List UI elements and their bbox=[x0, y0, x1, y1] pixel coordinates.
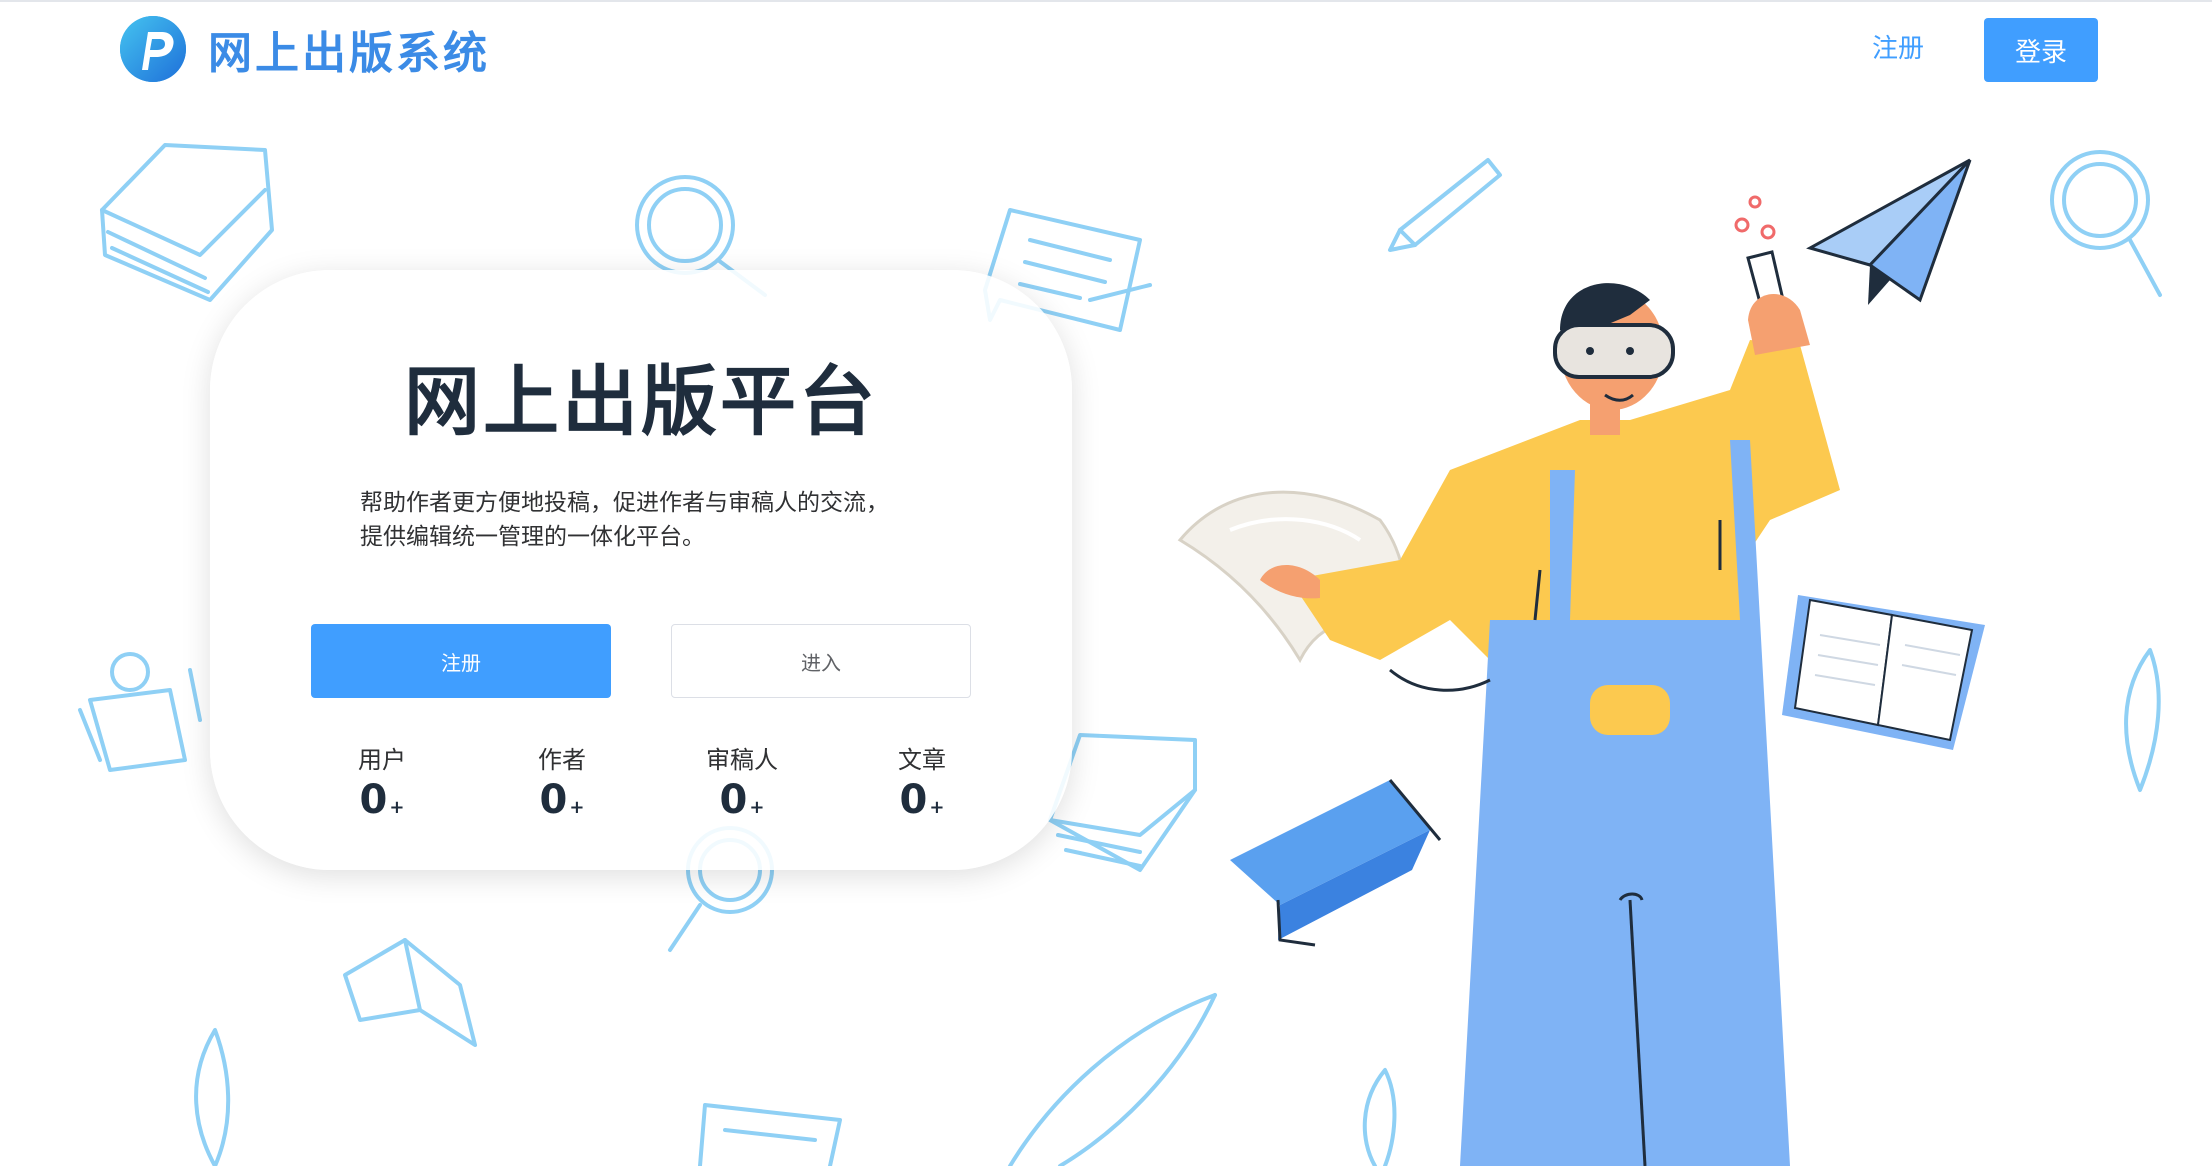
top-navbar: 网上出版系统 注册 登录 bbox=[0, 0, 2212, 96]
book-doodle-icon bbox=[100, 143, 274, 302]
site-name: 网上出版系统 bbox=[208, 28, 490, 79]
stat-suffix: + bbox=[749, 797, 765, 818]
hero-title: 网上出版平台 bbox=[404, 357, 878, 446]
bubbles-icon bbox=[1734, 195, 1776, 240]
stat-value: 0 + bbox=[492, 777, 632, 823]
stat-number: 0 bbox=[539, 777, 568, 823]
stat-suffix: + bbox=[389, 797, 405, 818]
brand[interactable]: 网上出版系统 bbox=[118, 14, 490, 84]
stat-suffix: + bbox=[929, 797, 945, 818]
nav-login-button[interactable]: 登录 bbox=[1984, 18, 2098, 82]
open-book-icon bbox=[1782, 595, 1985, 750]
graduation-cap-icon bbox=[1230, 779, 1442, 947]
stat-value: 0 + bbox=[672, 777, 812, 823]
stat-reviewers: 审稿人 0 + bbox=[672, 740, 812, 823]
hero-enter-button[interactable]: 进入 bbox=[671, 624, 971, 698]
stat-users: 用户 0 + bbox=[312, 740, 452, 823]
stat-value: 0 + bbox=[852, 777, 992, 823]
reader-doodle-icon bbox=[78, 652, 202, 772]
note-doodle-icon bbox=[698, 1103, 842, 1166]
paper-plane-icon bbox=[1806, 158, 1972, 305]
stat-label: 审稿人 bbox=[706, 746, 778, 774]
stats-row: 用户 0 + 作者 0 + 审稿人 0 + 文章 0 + bbox=[210, 740, 1072, 840]
stat-value: 0 + bbox=[312, 777, 452, 823]
stat-authors: 作者 0 + bbox=[492, 740, 632, 823]
hero-description-line2: 提供编辑统一管理的一体化平台。 bbox=[360, 524, 705, 550]
hero-card: 网上出版平台 帮助作者更方便地投稿，促进作者与审稿人的交流， 提供编辑统一管理的… bbox=[210, 270, 1072, 870]
stat-suffix: + bbox=[569, 797, 585, 818]
stat-number: 0 bbox=[719, 777, 748, 823]
stat-number: 0 bbox=[359, 777, 388, 823]
logo-icon bbox=[120, 16, 186, 82]
hero-register-button[interactable]: 注册 bbox=[311, 624, 611, 698]
hero-description: 帮助作者更方便地投稿，促进作者与审稿人的交流， 提供编辑统一管理的一体化平台。 bbox=[360, 486, 980, 554]
open-book-doodle-icon bbox=[343, 938, 477, 1047]
scientist-illustration bbox=[1177, 158, 1985, 1166]
character-body bbox=[1260, 283, 1840, 1166]
stat-number: 0 bbox=[899, 777, 928, 823]
stat-label: 用户 bbox=[358, 746, 406, 774]
hero-description-line1: 帮助作者更方便地投稿，促进作者与审稿人的交流， bbox=[360, 490, 889, 516]
stat-label: 作者 bbox=[538, 746, 586, 774]
quill-doodle-icon bbox=[194, 1028, 231, 1166]
nav-register-link[interactable]: 注册 bbox=[1872, 28, 1924, 65]
stat-label: 文章 bbox=[898, 746, 946, 774]
stat-articles: 文章 0 + bbox=[852, 740, 992, 823]
